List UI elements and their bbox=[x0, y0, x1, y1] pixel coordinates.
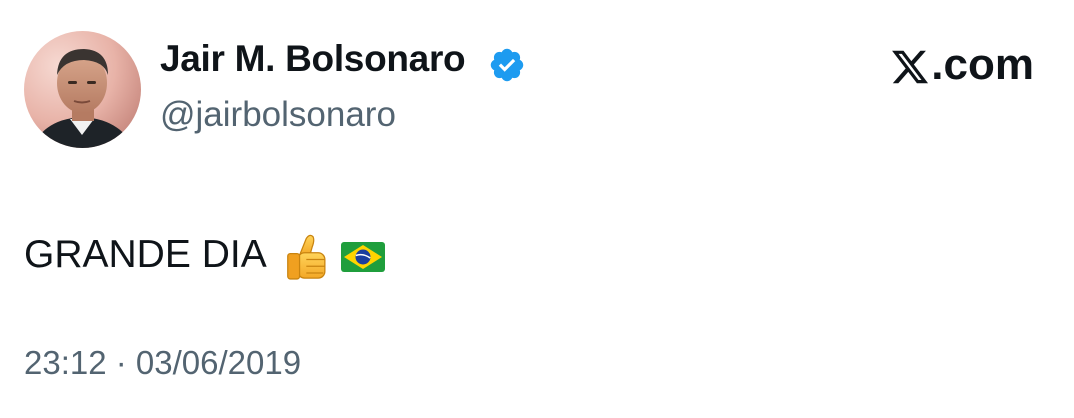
user-handle[interactable]: @jairbolsonaro bbox=[160, 97, 396, 132]
x-logo-icon bbox=[892, 50, 929, 84]
verified-badge-icon bbox=[490, 48, 524, 82]
post-timestamp[interactable]: 23:12 · 03/06/2019 bbox=[24, 346, 301, 379]
display-name[interactable]: Jair M. Bolsonaro bbox=[160, 40, 466, 77]
brazil-flag-icon bbox=[340, 242, 385, 272]
avatar[interactable] bbox=[24, 31, 141, 148]
thumbs-up-icon bbox=[286, 234, 326, 280]
x-com-brand: .com bbox=[889, 43, 1034, 87]
tweet-card: Jair M. Bolsonaro @jairbolsonaro .com GR… bbox=[0, 0, 1074, 418]
brand-text: .com bbox=[931, 40, 1034, 89]
post-body: GRANDE DIA bbox=[24, 232, 267, 276]
post-text: GRANDE DIA bbox=[24, 224, 385, 284]
